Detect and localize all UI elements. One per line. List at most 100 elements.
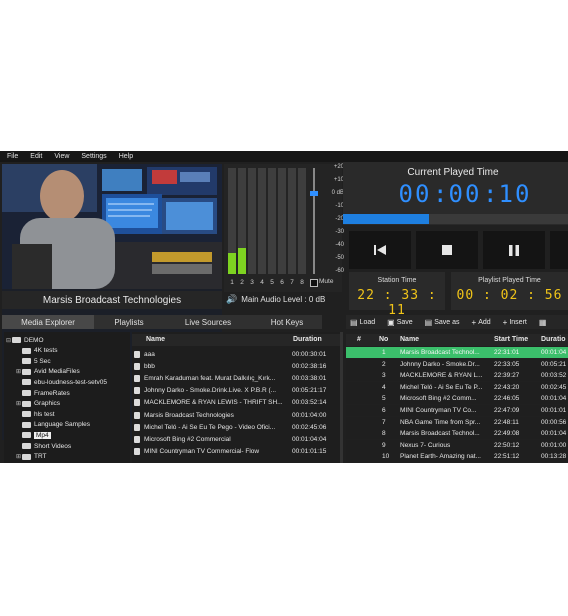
media-name: Johnny Darko - Smoke.Drink.Live. X P.B.R…	[144, 387, 277, 395]
playlist-cell-no: 10	[382, 453, 390, 461]
tree-item[interactable]: Short Videos	[16, 441, 71, 451]
col-no[interactable]: No	[379, 334, 388, 345]
menu-help[interactable]: Help	[112, 153, 138, 160]
tree-expander-icon[interactable]: ⊟	[6, 337, 11, 344]
tree-item[interactable]: Mp4	[16, 430, 51, 440]
playlist-cell-start: 22:43:20	[494, 383, 520, 391]
time-hours: 00	[398, 180, 432, 208]
media-scrollbar[interactable]	[340, 332, 343, 463]
tree-expander-icon[interactable]: ⊞	[16, 453, 21, 460]
tree-item[interactable]: ⊞ TRT	[16, 452, 47, 462]
playlist-cell-no: 6	[382, 407, 386, 414]
tab-playlists[interactable]: Playlists	[94, 315, 164, 329]
insert-button[interactable]: + Insert	[503, 318, 527, 327]
playlist-row[interactable]: 2 Johnny Darko - Smoke.Dr... 22:33:05 00:05…	[346, 358, 568, 370]
playlist-row[interactable]: 9 Nexus 7- Curious 22:50:12 00:01:00	[346, 439, 568, 451]
tree-item[interactable]: Language Samples	[16, 420, 90, 430]
folder-icon	[22, 411, 31, 418]
master-fader-handle[interactable]	[310, 191, 318, 196]
folder-tree: ⊟ DEMO 4K tests 5 Sec ⊞ Avid MediaFiles ebu-lo…	[4, 332, 130, 463]
playlist-cell-duration: 00:01:00	[541, 441, 567, 449]
media-name: Marsis Broadcast Technologies	[144, 411, 234, 419]
delete-button[interactable]: ▦	[539, 318, 549, 327]
media-row[interactable]: MACKLEMORE & RYAN LEWIS - THRIFT SH... 00…	[132, 397, 343, 409]
media-row[interactable]: Microsoft Bing #2 Commercial 00:01:04:04	[132, 433, 343, 445]
db-tick: -10	[335, 203, 344, 209]
tree-item[interactable]: ⊟ DEMO	[6, 335, 44, 345]
playlist-row[interactable]: 8 Marsis Broadcast Technol... 22:49:08 00:0…	[346, 428, 568, 440]
channel-title: Marsis Broadcast Technologies	[2, 291, 222, 309]
master-fader-track[interactable]	[313, 168, 315, 274]
playlist-row[interactable]: 6 MINI Countryman TV Co... 22:47:09 00:01:0…	[346, 405, 568, 416]
tree-item[interactable]: ebu-loudness-test-setv05	[16, 377, 107, 387]
tree-item[interactable]: hls test	[16, 409, 55, 419]
menu-settings[interactable]: Settings	[74, 153, 111, 160]
media-row[interactable]: Marsis Broadcast Technologies 00:01:04:00	[132, 409, 343, 421]
folder-icon	[22, 421, 31, 428]
meter-bar-8	[298, 168, 306, 274]
next-button[interactable]	[550, 231, 568, 269]
tab-media-explorer[interactable]: Media Explorer	[2, 315, 94, 329]
playlist-row[interactable]: 4 Michel Teló - Ai Se Eu Te P... 22:43:20 0…	[346, 381, 568, 393]
playlist-row[interactable]: 1 Marsis Broadcast Technol... 22:31:01 00:0…	[346, 347, 568, 358]
mute-checkbox[interactable]	[310, 279, 318, 287]
menu-edit[interactable]: Edit	[23, 153, 47, 160]
media-row[interactable]: Michel Teló - Ai Se Eu Te Pego - Video O…	[132, 421, 343, 433]
playlist-row[interactable]: 7 NBA Game Time from Spr... 22:48:11 00:00:…	[346, 416, 568, 428]
folder-icon	[22, 379, 31, 386]
db-tick: +10	[333, 177, 344, 183]
tab-live-sources[interactable]: Live Sources	[164, 315, 252, 329]
tree-expander-icon[interactable]: ⊞	[16, 400, 21, 407]
load-button[interactable]: ▤ Load	[350, 318, 375, 327]
media-name: bbb	[144, 362, 155, 370]
col-duration[interactable]: Duratio	[541, 334, 568, 345]
playlist-cell-no: 1	[382, 349, 386, 356]
meter-fill-1	[228, 253, 236, 274]
load-icon: ▤	[350, 317, 358, 327]
menu-view[interactable]: View	[47, 153, 74, 160]
media-row[interactable]: aaa 00:00:30:01	[132, 348, 343, 360]
current-time-title: Current Played Time	[407, 167, 499, 178]
media-duration: 00:02:38:16	[292, 362, 327, 370]
save-as-button[interactable]: ▤ Save as	[425, 318, 460, 327]
meter-bar-5	[268, 168, 276, 274]
save-label: Save	[396, 318, 413, 326]
playlist-cell-name: Planet Earth- Amazing nat...	[400, 453, 481, 461]
tree-item[interactable]: FrameRates	[16, 388, 70, 398]
tab-hot-keys[interactable]: Hot Keys	[252, 315, 322, 329]
media-row[interactable]: bbb 00:02:38:16	[132, 360, 343, 372]
media-row[interactable]: Johnny Darko - Smoke.Drink.Live. X P.B.R…	[132, 385, 343, 397]
tree-item-label: 4K tests	[34, 347, 58, 355]
tree-expander-icon[interactable]: ⊞	[16, 368, 21, 375]
save-button[interactable]: ▣ Save	[387, 318, 413, 327]
media-col-duration[interactable]: Duration	[293, 336, 322, 343]
previous-button[interactable]	[349, 231, 411, 269]
media-row[interactable]: Emrah Karaduman feat. Murat Dalkılıç_Kır…	[132, 372, 343, 384]
playback-progress-bar[interactable]	[343, 214, 568, 224]
tree-item[interactable]: ⊞ Avid MediaFiles	[16, 367, 80, 377]
tree-item[interactable]: ⊞ Graphics	[16, 399, 60, 409]
tree-item[interactable]: 4K tests	[16, 346, 57, 356]
save-as-icon: ▤	[424, 317, 433, 327]
file-icon	[134, 399, 140, 407]
playlist-cell-duration: 00:01:04	[541, 430, 567, 438]
add-button[interactable]: + Add	[472, 318, 491, 327]
pause-button[interactable]	[483, 231, 545, 269]
media-col-name[interactable]: Name	[146, 336, 165, 343]
file-icon	[134, 435, 140, 443]
playlist-row[interactable]: 3 MACKLEMORE & RYAN L... 22:39:27 00:03:52	[346, 370, 568, 382]
playlist-cell-duration: 00:00:56	[541, 418, 567, 426]
tree-item[interactable]: 5 Sec	[16, 356, 51, 366]
col-start-time[interactable]: Start Time	[494, 334, 528, 345]
media-row[interactable]: MINI Countryman TV Commercial- Flow 00:01…	[132, 446, 343, 458]
stop-button[interactable]	[416, 231, 478, 269]
media-duration: 00:01:04:04	[292, 435, 327, 443]
col-hash[interactable]: #	[357, 334, 361, 345]
playlist-row[interactable]: 10 Planet Earth- Amazing nat... 22:51:12 00…	[346, 451, 568, 463]
playlist-row[interactable]: 5 Microsoft Bing #2 Comm... 22:46:05 00:01:…	[346, 393, 568, 405]
db-tick: 0 dB	[331, 190, 344, 196]
explorer-tabs: Media Explorer Playlists Live Sources Ho…	[2, 315, 322, 329]
col-name[interactable]: Name	[400, 334, 419, 345]
menu-file[interactable]: File	[0, 153, 23, 160]
playlist-toolbar: ▤ Load ▣ Save ▤ Save as + Add + Insert ▦	[346, 315, 568, 329]
